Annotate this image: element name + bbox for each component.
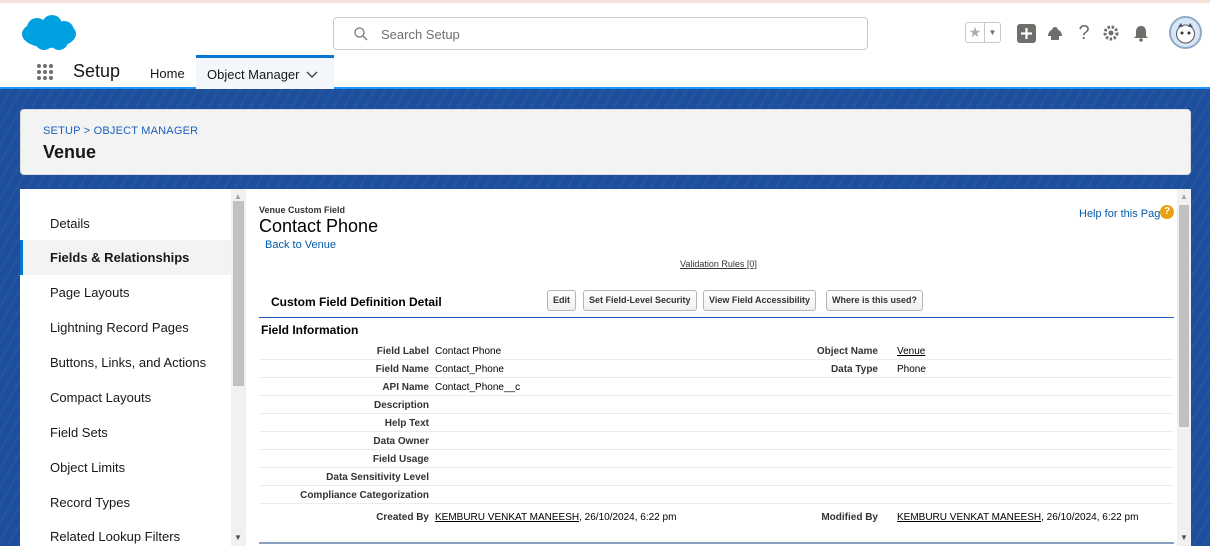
row-label: Data Owner — [373, 436, 429, 447]
help-question-icon[interactable]: ? — [1160, 205, 1174, 219]
row-label: Data Sensitivity Level — [326, 472, 429, 483]
trailhead-icon[interactable] — [1045, 23, 1065, 43]
detail-section-title: Custom Field Definition Detail — [271, 295, 442, 309]
salesforce-logo-icon[interactable] — [19, 13, 79, 53]
table-row: Field Name Contact_Phone Data Type Phone — [259, 360, 1174, 378]
main-card: Details Fields & Relationships Page Layo… — [20, 189, 1191, 546]
where-is-this-used-button[interactable]: Where is this used? — [826, 290, 924, 311]
set-field-level-security-button[interactable]: Set Field-Level Security — [583, 290, 697, 311]
search-icon — [354, 27, 368, 41]
row-value: KEMBURU VENKAT MANEESH, 26/10/2024, 6:22… — [897, 512, 1138, 523]
breadcrumb[interactable]: SETUP > OBJECT MANAGER — [43, 125, 198, 137]
row-label: Data Type — [830, 364, 878, 375]
help-icon[interactable]: ? — [1074, 22, 1094, 44]
row-label: Object Name — [816, 346, 878, 357]
modified-date: , 26/10/2024, 6:22 pm — [1041, 512, 1139, 523]
table-row: Compliance Categorization — [259, 486, 1174, 504]
row-label: Compliance Categorization — [300, 490, 429, 501]
add-icon[interactable] — [1016, 23, 1036, 43]
bell-icon[interactable] — [1131, 23, 1151, 43]
row-label: Description — [373, 400, 429, 411]
table-row: API Name Contact_Phone__c — [259, 378, 1174, 396]
tab-home[interactable]: Home — [150, 66, 185, 81]
sidebar-item-fields-relationships[interactable]: Fields & Relationships — [20, 240, 231, 275]
row-label: Created By — [376, 512, 429, 523]
section-divider — [259, 542, 1174, 544]
sidebar-item-related-lookup-filters[interactable]: Related Lookup Filters — [20, 519, 231, 546]
object-field-type: Venue Custom Field — [259, 205, 346, 215]
help-for-this-page-link[interactable]: Help for this Page — [1079, 208, 1166, 220]
sidebar-item-page-layouts[interactable]: Page Layouts — [20, 275, 231, 310]
content-scrollbar[interactable]: ▲ ▼ — [1177, 189, 1191, 546]
table-row: Description — [259, 396, 1174, 414]
view-field-accessibility-button[interactable]: View Field Accessibility — [703, 290, 817, 311]
scroll-up-icon[interactable]: ▲ — [234, 192, 242, 201]
row-label: Field Label — [376, 346, 429, 357]
sidebar-item-object-limits[interactable]: Object Limits — [20, 450, 231, 485]
chevron-down-icon[interactable]: ▼ — [985, 23, 1000, 42]
table-row: Help Text — [259, 414, 1174, 432]
table-row: Data Owner — [259, 432, 1174, 450]
app-launcher-icon[interactable] — [36, 63, 54, 81]
sidebar-item-record-types[interactable]: Record Types — [20, 485, 231, 520]
scrollbar-thumb[interactable] — [1179, 205, 1189, 427]
row-label: API Name — [382, 382, 429, 393]
tab-object-manager[interactable]: Object Manager — [196, 55, 334, 89]
row-value: Contact_Phone — [435, 364, 504, 375]
scrollbar-thumb[interactable] — [233, 201, 244, 386]
search-input[interactable] — [381, 24, 851, 44]
star-icon[interactable]: ★ — [966, 23, 985, 42]
page-title: Venue — [43, 142, 97, 162]
table-row: Field Label Contact Phone Object Name Ve… — [259, 342, 1174, 360]
row-label: Modified By — [821, 512, 878, 523]
avatar[interactable] — [1169, 16, 1202, 49]
row-value: Contact_Phone__c — [435, 382, 521, 393]
object-name-link[interactable]: Venue — [897, 346, 925, 357]
app-name: Setup — [73, 61, 121, 81]
created-date: , 26/10/2024, 6:22 pm — [579, 512, 677, 523]
field-information-title: Field Information — [261, 323, 359, 337]
field-detail-frame: Venue Custom Field Contact Phone Back to… — [246, 189, 1191, 546]
sidebar-item-details[interactable]: Details — [20, 206, 231, 241]
gear-icon[interactable] — [1101, 23, 1121, 43]
validation-rules-link[interactable]: Validation Rules [0] — [680, 259, 757, 269]
row-label: Field Usage — [372, 454, 429, 465]
scroll-down-icon[interactable]: ▼ — [234, 533, 242, 542]
app-nav-bar: Setup Home Object Manager — [0, 55, 1210, 89]
modified-by-user-link[interactable]: KEMBURU VENKAT MANEESH — [897, 512, 1041, 523]
row-value: Phone — [897, 364, 926, 375]
table-row: Field Usage — [259, 450, 1174, 468]
edit-button[interactable]: Edit — [547, 290, 576, 311]
search-box[interactable] — [333, 17, 868, 50]
chevron-down-icon[interactable] — [306, 70, 318, 80]
created-by-user-link[interactable]: KEMBURU VENKAT MANEESH — [435, 512, 579, 523]
scroll-down-icon[interactable]: ▼ — [1180, 533, 1188, 542]
row-value: Contact Phone — [435, 346, 502, 357]
field-title: Contact Phone — [259, 216, 379, 236]
tab-object-manager-label: Object Manager — [207, 67, 300, 82]
row-value: KEMBURU VENKAT MANEESH, 26/10/2024, 6:22… — [435, 512, 676, 523]
row-label: Help Text — [384, 418, 429, 429]
back-to-venue-link[interactable]: Back to Venue — [265, 239, 336, 251]
table-row: Data Sensitivity Level — [259, 468, 1174, 486]
scroll-up-icon[interactable]: ▲ — [1180, 192, 1188, 201]
object-header: SETUP > OBJECT MANAGER Venue — [20, 109, 1191, 175]
sidebar: Details Fields & Relationships Page Layo… — [20, 189, 231, 546]
table-row: Created By KEMBURU VENKAT MANEESH, 26/10… — [259, 508, 1174, 526]
favorites-button-group[interactable]: ★ ▼ — [965, 22, 1001, 43]
global-header: ★ ▼ ? — [0, 0, 1210, 55]
row-label: Field Name — [375, 364, 429, 375]
sidebar-item-field-sets[interactable]: Field Sets — [20, 415, 231, 450]
section-divider — [259, 317, 1174, 318]
sidebar-item-compact-layouts[interactable]: Compact Layouts — [20, 380, 231, 415]
sidebar-item-buttons-links-actions[interactable]: Buttons, Links, and Actions — [20, 345, 231, 380]
sidebar-scrollbar[interactable]: ▲ ▼ — [231, 189, 246, 546]
sidebar-item-lightning-record-pages[interactable]: Lightning Record Pages — [20, 310, 231, 345]
